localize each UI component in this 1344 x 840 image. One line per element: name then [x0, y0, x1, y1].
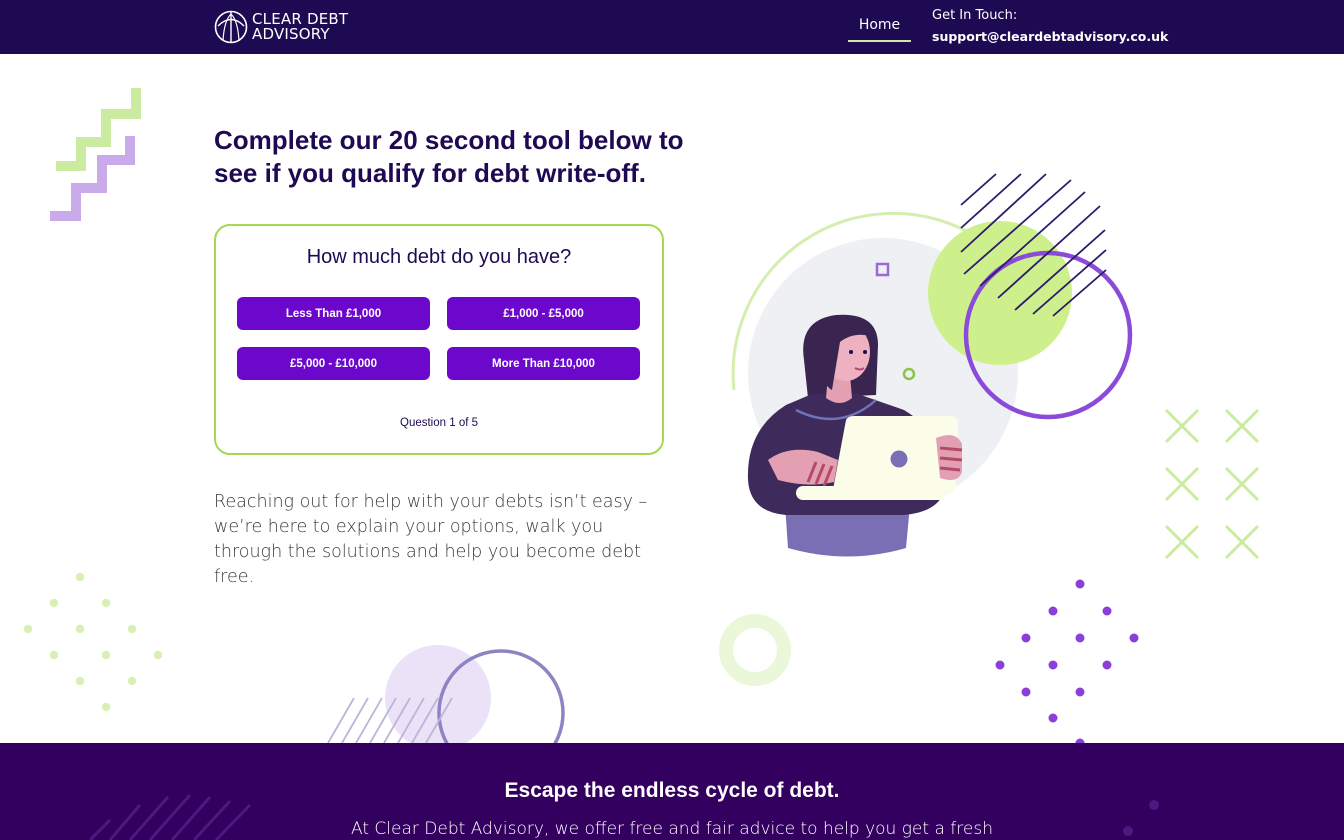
x-marks-decoration [1164, 408, 1260, 560]
contact-label: Get In Touch: [932, 8, 1018, 23]
green-dot-grid-decoration [23, 572, 163, 712]
nav-home-link[interactable]: Home [848, 12, 911, 42]
site-header: CLEAR DEBT ADVISORY Home Get In Touch: s… [0, 0, 1344, 54]
option-5000-10000-button[interactable]: £5,000 - £10,000 [237, 347, 430, 380]
footer-band: Escape the endless cycle of debt. At Cle… [0, 743, 1344, 840]
intro-paragraph: Reaching out for help with your debts is… [214, 492, 648, 587]
logo-text: CLEAR DEBT ADVISORY [252, 12, 348, 42]
woman-with-laptop-illustration [731, 173, 1133, 557]
option-1000-5000-button[interactable]: £1,000 - £5,000 [447, 297, 640, 330]
option-more-than-10000-button[interactable]: More Than £10,000 [447, 347, 640, 380]
logo[interactable]: CLEAR DEBT ADVISORY [214, 9, 348, 45]
page-headline: Complete our 20 second tool below to see… [214, 125, 684, 188]
footer-text: At Clear Debt Advisory, we offer free an… [351, 819, 993, 839]
quiz-progress: Question 1 of 5 [400, 417, 478, 429]
debt-quiz-card: How much debt do you have? Less Than £1,… [214, 224, 664, 455]
logo-line-2: ADVISORY [252, 25, 330, 43]
umbrella-icon [214, 10, 248, 44]
option-less-than-1000-button[interactable]: Less Than £1,000 [237, 297, 430, 330]
bottom-circles-decoration [327, 645, 565, 743]
contact-email-link[interactable]: support@cleardebtadvisory.co.uk [932, 26, 1168, 48]
contact-info: Get In Touch: support@cleardebtadvisory.… [932, 8, 1168, 48]
footer-title: Escape the endless cycle of debt. [504, 779, 840, 802]
green-ring-decoration [719, 614, 791, 686]
quiz-question: How much debt do you have? [306, 246, 572, 268]
purple-dot-grid-decoration [995, 579, 1139, 743]
zigzag-stairs-decoration [50, 88, 141, 221]
